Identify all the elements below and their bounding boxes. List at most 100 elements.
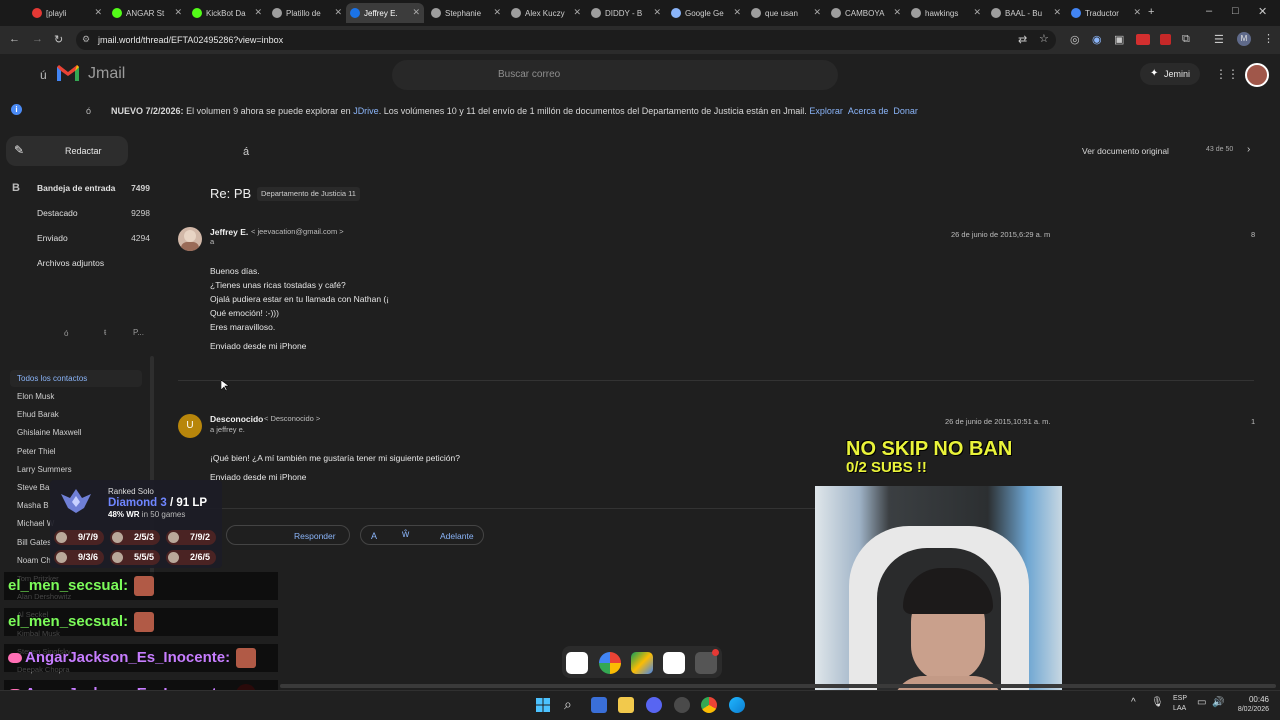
explore-link[interactable]: Explorar [809,106,843,116]
url-field[interactable]: ⚙ jmail.world/thread/EFTA02495286?view=i… [76,30,1056,50]
sidebar-icon[interactable]: ☰ [1214,33,1224,46]
tab-close-icon[interactable]: ✕ [174,7,182,18]
site-info-icon[interactable]: ⚙ [82,34,90,45]
browser-tab[interactable]: Jeffrey E. ✕ [346,3,424,23]
profile-avatar[interactable]: M [1237,32,1251,46]
chrome-icon[interactable] [701,697,717,713]
forward-button[interactable]: A ŵ Adelante [360,525,484,545]
tab-close-icon[interactable]: ✕ [94,7,102,18]
horizontal-scrollbar[interactable] [280,684,1276,688]
browser-tab[interactable]: Platillo de ✕ [268,3,346,23]
tab-close-icon[interactable]: ✕ [893,7,901,18]
gmail-icon[interactable] [566,652,588,674]
tray-chevron-icon[interactable]: ^ [1131,697,1136,708]
audio-extension-icon[interactable]: ◉ [1092,33,1102,46]
tab-close-icon[interactable]: ✕ [1053,7,1061,18]
sidebar-glyph-1[interactable]: ó [64,329,68,338]
input-language[interactable]: ESP [1173,695,1187,702]
sidebar-glyph-2[interactable]: ŧ [104,328,106,337]
flights-icon[interactable] [663,652,685,674]
donate-link[interactable]: Donar [893,106,918,116]
forward-icon[interactable]: → [32,33,43,45]
bookmark-star-icon[interactable]: ☆ [1039,32,1049,45]
compose-button[interactable]: ✎ Redactar [6,136,128,166]
back-icon[interactable]: ← [9,33,20,45]
nav-item[interactable]: Archivos adjuntos [8,252,158,274]
monitor-icon[interactable]: ▭ [1197,697,1206,708]
browser-tab[interactable]: CAMBOYA ✕ [827,3,905,23]
tab-close-icon[interactable]: ✕ [412,7,420,18]
close-window-icon[interactable]: ✕ [1258,5,1267,18]
message-sender[interactable]: Jeffrey E. [210,227,248,237]
browser-tab[interactable]: hawkings ✕ [907,3,985,23]
jdrive-link[interactable]: JDrive [353,106,379,116]
nav-item[interactable]: Enviado 4294 [8,227,158,249]
user-avatar[interactable] [1245,63,1269,87]
input-region[interactable]: LAA [1173,705,1186,712]
browser-tab[interactable]: KickBot Da ✕ [188,3,266,23]
clock-date[interactable]: 8/02/2026 [1229,706,1269,713]
browser-tab[interactable]: BAAL - Bu ✕ [987,3,1065,23]
jemini-button[interactable]: ✦ Jemini [1140,63,1200,85]
menu-dots-icon[interactable]: ⋮ [1263,32,1274,45]
extension-icon-2[interactable]: ▣ [1114,33,1124,46]
extensions-puzzle-icon[interactable]: ⧉ [1182,33,1190,46]
browser-tab[interactable]: ANGAR St ✕ [108,3,186,23]
apps-grid-icon[interactable]: ⋮⋮ [1215,67,1239,81]
contact-item[interactable]: Noam Ch [17,556,51,565]
tab-close-icon[interactable]: ✕ [493,7,501,18]
contacts-header[interactable]: Todos los contactos [10,370,142,387]
browser-tab[interactable]: DIDDY - B ✕ [587,3,665,23]
volume-icon[interactable]: 🔊 [1212,697,1224,708]
tab-close-icon[interactable]: ✕ [1133,7,1141,18]
tab-close-icon[interactable]: ✕ [733,7,741,18]
contact-item[interactable]: Peter Thiel [17,447,56,456]
translate-icon[interactable]: ⇄ [1018,33,1027,46]
browser-tab[interactable]: [playli ✕ [28,3,106,23]
tab-close-icon[interactable]: ✕ [573,7,581,18]
discord-icon[interactable] [646,697,662,713]
drive-icon[interactable] [631,652,653,674]
message-sender[interactable]: Desconocido [210,414,263,424]
contact-item[interactable]: Elon Musk [17,392,54,401]
tab-close-icon[interactable]: ✕ [813,7,821,18]
maximize-icon[interactable]: □ [1232,5,1239,17]
file-explorer-icon[interactable] [618,697,634,713]
sidebar-glyph-3[interactable]: P... [133,328,144,337]
nav-item[interactable]: B Bandeja de entrada 7499 [8,177,158,199]
extension-icon-red[interactable] [1136,34,1150,45]
next-thread-icon[interactable]: › [1247,144,1250,155]
view-original-link[interactable]: Ver documento original [1082,146,1169,156]
browser-tab[interactable]: que usan ✕ [747,3,825,23]
nav-item[interactable]: Destacado 9298 [8,202,158,224]
contact-item[interactable]: Steve Ba [17,483,49,492]
tab-close-icon[interactable]: ✕ [653,7,661,18]
about-link[interactable]: Acerca de [848,106,889,116]
minimize-icon[interactable]: – [1206,5,1212,17]
contact-item[interactable]: Ehud Barak [17,410,59,419]
edge-icon[interactable] [729,697,745,713]
clock-time[interactable]: 00:46 [1233,695,1269,704]
taskbar-app-icon-2[interactable] [674,697,690,713]
taskbar-app-icon[interactable] [591,697,607,713]
tab-close-icon[interactable]: ✕ [334,7,342,18]
reload-icon[interactable]: ↻ [54,33,63,46]
windows-start-icon[interactable] [536,698,550,712]
contact-item[interactable]: Masha B [17,501,49,510]
browser-tab[interactable]: Traductor ✕ [1067,3,1145,23]
extension-icon-red-2[interactable] [1160,34,1171,45]
browser-tab[interactable]: Google Ge ✕ [667,3,745,23]
new-tab-icon[interactable]: + [1148,6,1154,18]
contact-item[interactable]: Ghislaine Maxwell [17,428,81,437]
menu-glyph[interactable]: ú [40,68,47,82]
contact-item[interactable]: Larry Summers [17,465,72,474]
back-glyph[interactable]: á [243,146,249,158]
taskbar-search-icon[interactable]: ⌕ [564,696,572,713]
tab-close-icon[interactable]: ✕ [973,7,981,18]
search-input[interactable]: Buscar correo [392,60,838,90]
tab-close-icon[interactable]: ✕ [254,7,262,18]
contact-item[interactable]: Bill Gates [17,538,51,547]
photos-icon[interactable] [599,652,621,674]
extension-icon[interactable]: ◎ [1070,33,1080,46]
reply-button[interactable]: Responder [226,525,350,545]
